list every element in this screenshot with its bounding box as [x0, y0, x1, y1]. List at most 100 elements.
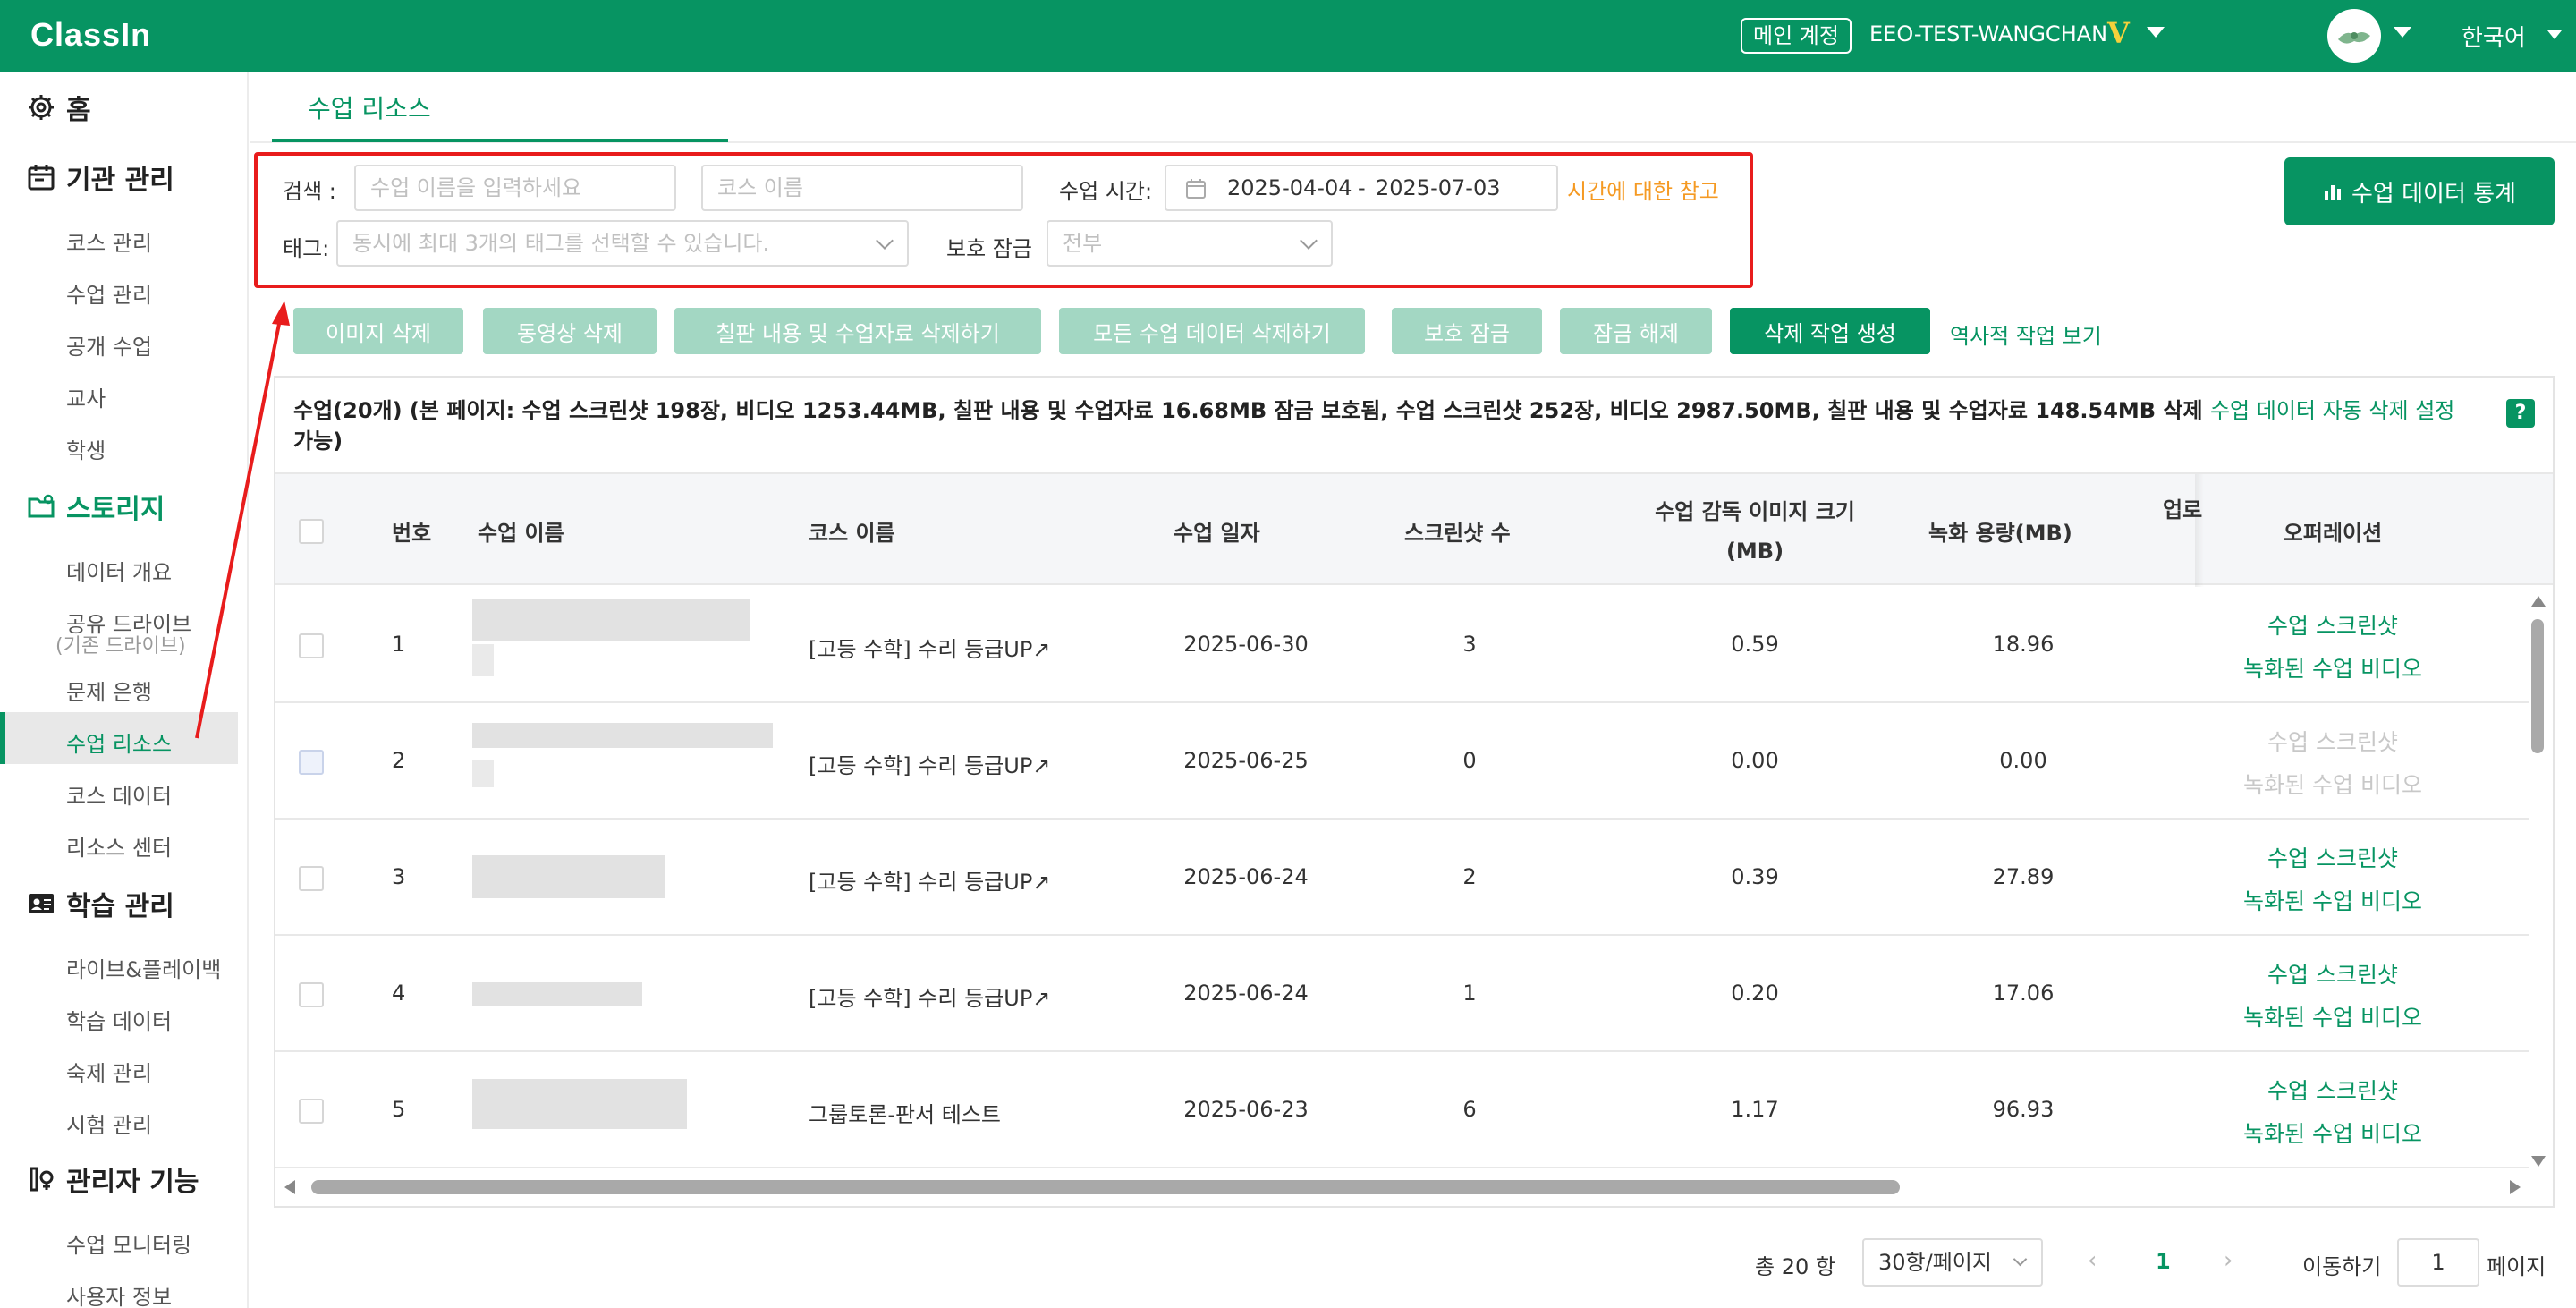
col-course-name: 코스 이름 [809, 521, 895, 546]
row-checkbox[interactable] [299, 633, 324, 658]
row-lesson-date: 2025-06-24 [1183, 864, 1309, 889]
account-dropdown-icon[interactable] [2147, 27, 2165, 38]
page-size-value: 30항/페이지 [1878, 1250, 1992, 1275]
sidebar-section-learning[interactable]: 학습 관리 [27, 884, 174, 923]
scroll-up-arrow-icon[interactable] [2531, 596, 2546, 607]
page-size-select[interactable]: 30항/페이지 [1862, 1238, 2043, 1287]
row-course-name[interactable]: [고등 수학] 수리 등급UP↗ [809, 864, 1050, 896]
sidebar-item-user-info[interactable]: 사용자 정보 [66, 1279, 172, 1308]
redacted-lesson-name [472, 599, 750, 641]
goto-page-input[interactable]: 1 [2397, 1238, 2479, 1287]
horizontal-scrollbar[interactable] [284, 1177, 2521, 1197]
row-image-size: 1.17 [1731, 1097, 1779, 1122]
top-bar: ClassIn 메인 계정 EEO-TEST-WANGCHAN V 한국어 [0, 0, 2576, 72]
stats-button-label: 수업 데이터 통계 [2351, 180, 2516, 208]
profile-dropdown-icon[interactable] [2394, 27, 2411, 38]
vip-badge-icon: V [2107, 16, 2130, 50]
summary-text: 수업(20개) (본 페이지: 수업 스크린샷 198장, 비디오 1253.4… [293, 395, 2467, 456]
redacted-lesson-name [472, 1079, 687, 1129]
goto-label: 이동하기 [2302, 1254, 2382, 1279]
row-recording-size: 17.06 [1992, 981, 2055, 1006]
account-name[interactable]: EEO-TEST-WANGCHAN [1869, 21, 2107, 47]
delete-board-materials-button[interactable]: 칠판 내용 및 수업자료 삭제하기 [674, 308, 1041, 354]
sidebar-item-exam[interactable]: 시험 관리 [66, 1108, 152, 1139]
row-image-size: 0.59 [1731, 632, 1779, 657]
scroll-left-arrow-icon[interactable] [284, 1180, 295, 1194]
row-image-size: 0.00 [1731, 748, 1779, 773]
avatar[interactable] [2327, 9, 2381, 63]
row-screenshot-count: 0 [1462, 748, 1477, 773]
help-icon[interactable]: ? [2506, 399, 2535, 428]
sidebar-item-homework[interactable]: 숙제 관리 [66, 1056, 152, 1087]
view-recorded-video-link[interactable]: 녹화된 수업 비디오 [2190, 884, 2476, 916]
row-image-size: 0.20 [1731, 981, 1779, 1006]
col-screenshot-count: 스크린샷 수 [1404, 521, 1511, 546]
row-checkbox[interactable] [299, 982, 324, 1007]
sidebar-item-learning-data[interactable]: 학습 데이터 [66, 1004, 172, 1035]
chevron-down-icon [2012, 1252, 2028, 1267]
row-number: 3 [392, 864, 406, 889]
sidebar-item-lesson-monitoring[interactable]: 수업 모니터링 [66, 1227, 191, 1259]
row-course-name[interactable]: 그룹토론-판서 테스트 [809, 1097, 1001, 1128]
table-row[interactable]: 1 [고등 수학] 수리 등급UP↗ 2025-06-30 3 0.59 18.… [275, 587, 2529, 703]
row-course-name[interactable]: [고등 수학] 수리 등급UP↗ [809, 748, 1050, 779]
row-lesson-date: 2025-06-25 [1183, 748, 1309, 773]
view-screenshots-link[interactable]: 수업 스크린샷 [2190, 1074, 2476, 1106]
tab-bar: 수업 리소스 [250, 72, 2576, 143]
language-dropdown-icon[interactable] [2547, 30, 2562, 39]
page-suffix: 페이지 [2487, 1254, 2546, 1279]
view-recorded-video-link[interactable]: 녹화된 수업 비디오 [2190, 1000, 2476, 1032]
sidebar-item-resource-center[interactable]: 리소스 센터 [66, 830, 172, 862]
delete-all-data-button[interactable]: 모든 수업 데이터 삭제하기 [1059, 308, 1365, 354]
col-recording-size: 녹화 용량(MB) [1928, 521, 2072, 546]
row-recording-size: 18.96 [1992, 632, 2055, 657]
redacted-lesson-name [472, 855, 665, 898]
row-checkbox[interactable] [299, 750, 324, 775]
table-row[interactable]: 5 그룹토론-판서 테스트 2025-06-23 6 1.17 96.93 수업… [275, 1052, 2529, 1168]
unlock-button[interactable]: 잠금 해제 [1560, 308, 1712, 354]
next-page-icon[interactable]: › [2224, 1247, 2233, 1274]
delete-videos-button[interactable]: 동영상 삭제 [483, 308, 657, 354]
sidebar-section-admin[interactable]: 관리자 기능 [27, 1159, 199, 1199]
table-row[interactable]: 4 [고등 수학] 수리 등급UP↗ 2025-06-24 1 0.20 17.… [275, 936, 2529, 1052]
view-screenshots-link[interactable]: 수업 스크린샷 [2190, 841, 2476, 873]
total-count: 총 20 항 [1755, 1254, 1835, 1279]
vertical-scrollbar-thumb[interactable] [2531, 619, 2544, 753]
horizontal-scrollbar-thumb[interactable] [311, 1180, 1900, 1194]
avatar-image-icon [2338, 32, 2370, 44]
sidebar-learning-label: 학습 관리 [66, 891, 174, 922]
protection-lock-button[interactable]: 보호 잠금 [1392, 308, 1542, 354]
row-lesson-date: 2025-06-30 [1183, 632, 1309, 657]
task-history-link[interactable]: 역사적 작업 보기 [1950, 319, 2102, 350]
redacted-lesson-name [472, 982, 642, 1006]
create-delete-task-button[interactable]: 삭제 작업 생성 [1730, 308, 1930, 354]
prev-page-icon[interactable]: ‹ [2088, 1247, 2097, 1274]
view-recorded-video-link[interactable]: 녹화된 수업 비디오 [2190, 1117, 2476, 1149]
view-screenshots-link[interactable]: 수업 스크린샷 [2190, 957, 2476, 989]
table-header: 번호 수업 이름 코스 이름 수업 일자 스크린샷 수 수업 감독 이미지 크기… [275, 472, 2553, 587]
view-recorded-video-link[interactable]: 녹화된 수업 비디오 [2190, 651, 2476, 684]
row-screenshot-count: 1 [1462, 981, 1477, 1006]
language-selector[interactable]: 한국어 [2462, 20, 2526, 53]
lesson-data-stats-button[interactable]: 수업 데이터 통계 [2284, 157, 2555, 225]
scroll-right-arrow-icon[interactable] [2510, 1180, 2521, 1194]
scroll-down-arrow-icon[interactable] [2531, 1156, 2546, 1167]
col-lesson-name: 수업 이름 [478, 521, 564, 546]
bar-chart-icon [2325, 185, 2341, 200]
main-account-badge: 메인 계정 [1741, 18, 1852, 54]
table-row[interactable]: 2 [고등 수학] 수리 등급UP↗ 2025-06-25 0 0.00 0.0… [275, 703, 2529, 820]
row-checkbox[interactable] [299, 1099, 324, 1124]
redacted-lesson-name [472, 723, 773, 748]
view-screenshots-link[interactable]: 수업 스크린샷 [2190, 608, 2476, 641]
select-all-checkbox[interactable] [299, 519, 324, 544]
auto-delete-settings-link[interactable]: 수업 데이터 자동 삭제 설정 [2210, 398, 2454, 423]
row-number: 1 [392, 632, 406, 657]
row-course-name[interactable]: [고등 수학] 수리 등급UP↗ [809, 981, 1050, 1012]
row-course-name[interactable]: [고등 수학] 수리 등급UP↗ [809, 632, 1050, 663]
row-screenshot-count: 6 [1462, 1097, 1477, 1122]
current-page[interactable]: 1 [2156, 1249, 2171, 1274]
row-checkbox[interactable] [299, 866, 324, 891]
row-lesson-date: 2025-06-23 [1183, 1097, 1309, 1122]
table-row[interactable]: 3 [고등 수학] 수리 등급UP↗ 2025-06-24 2 0.39 27.… [275, 820, 2529, 936]
sidebar-item-live-playback[interactable]: 라이브&플레이백 [66, 952, 221, 983]
